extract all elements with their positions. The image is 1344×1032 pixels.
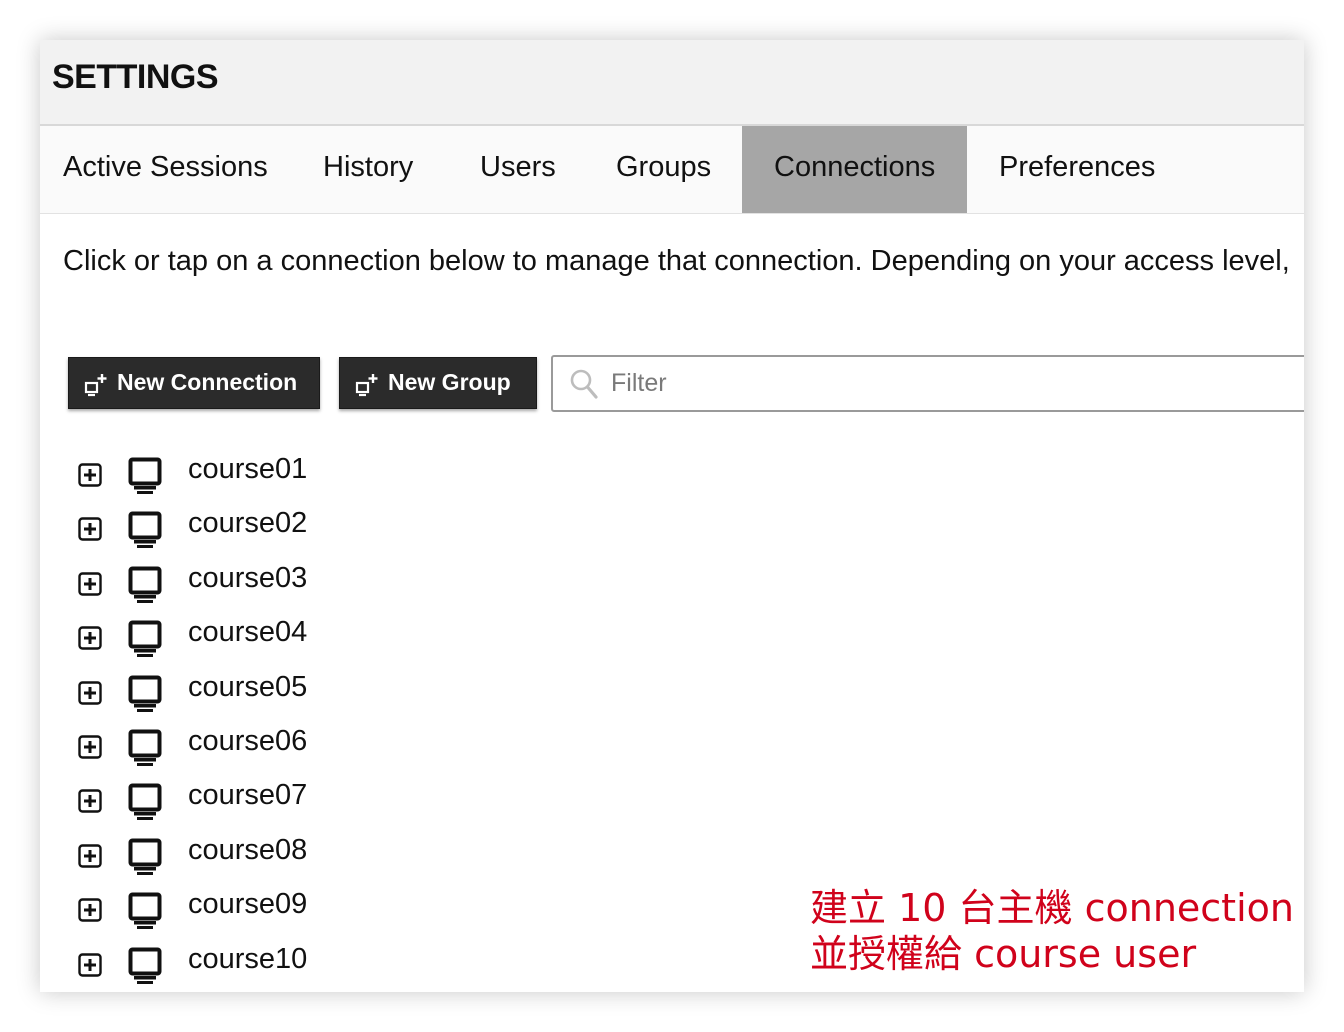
settings-header: SETTINGS (40, 40, 1304, 126)
expand-plus-icon[interactable] (78, 952, 102, 977)
expand-plus-icon[interactable] (78, 463, 102, 487)
monitor-icon (128, 620, 162, 658)
expand-plus-icon[interactable] (78, 789, 102, 814)
search-icon (570, 369, 598, 399)
connection-name: course04 (188, 616, 308, 649)
connection-row[interactable]: course04 (40, 608, 640, 662)
monitor-icon (128, 947, 162, 984)
annotation-line-2: 並授權給 course user (810, 932, 1197, 976)
annotation-text: 建立 10 台主機 connection 並授權給 course user (810, 885, 1294, 977)
page-title: SETTINGS (52, 58, 219, 96)
monitor-icon (128, 566, 162, 603)
tab-active-sessions[interactable]: Active Sessions (63, 126, 268, 213)
connection-row[interactable]: course02 (40, 499, 640, 553)
tab-groups[interactable]: Groups (616, 126, 711, 213)
expand-plus-icon[interactable] (78, 898, 102, 922)
monitor-icon (128, 511, 162, 549)
new-group-button[interactable]: New Group (339, 357, 537, 409)
tab-preferences[interactable]: Preferences (999, 126, 1155, 213)
instructions-text: Click or tap on a connection below to ma… (63, 245, 1290, 277)
expand-plus-icon[interactable] (78, 680, 102, 705)
monitor-icon (128, 729, 162, 766)
new-connection-button[interactable]: New Connection (68, 357, 320, 409)
monitor-icon (128, 783, 162, 821)
monitor-icon (128, 892, 162, 930)
connection-name: course10 (188, 942, 308, 975)
new-connection-label: New Connection (117, 369, 298, 395)
connection-name: course08 (188, 833, 308, 866)
expand-plus-icon[interactable] (78, 626, 102, 650)
new-group-label: New Group (388, 369, 511, 395)
connection-name: course03 (188, 561, 308, 594)
connection-row[interactable]: course03 (40, 554, 640, 608)
monitor-icon (128, 457, 162, 494)
expand-plus-icon[interactable] (78, 572, 102, 596)
connection-name: course06 (188, 725, 308, 757)
connection-row[interactable]: course06 (40, 717, 640, 771)
connection-name: course07 (188, 779, 308, 812)
add-group-icon (355, 374, 378, 397)
connection-row[interactable]: course10 (40, 935, 640, 989)
connection-row[interactable]: course08 (40, 826, 640, 880)
monitor-icon (128, 838, 162, 875)
tab-users[interactable]: Users (480, 126, 556, 213)
connection-row[interactable]: course07 (40, 771, 640, 825)
connection-name: course05 (188, 670, 308, 703)
filter-input[interactable] (611, 363, 1304, 403)
connection-name: course01 (188, 453, 308, 485)
expand-plus-icon[interactable] (78, 735, 102, 759)
filter-box (551, 355, 1304, 412)
tab-connections[interactable]: Connections (742, 126, 967, 213)
annotation-line-1: 建立 10 台主機 connection (810, 886, 1294, 930)
connection-row[interactable]: course09 (40, 880, 640, 934)
expand-plus-icon[interactable] (78, 844, 102, 868)
connection-row[interactable]: course05 (40, 663, 640, 717)
tab-history[interactable]: History (323, 126, 413, 213)
connection-name: course02 (188, 507, 308, 540)
connection-name: course09 (188, 888, 308, 921)
monitor-icon (128, 675, 162, 712)
add-connection-icon (84, 374, 107, 397)
settings-window: SETTINGS Active Sessions History Users G… (40, 40, 1304, 992)
connection-row[interactable]: course01 (40, 445, 640, 499)
expand-plus-icon[interactable] (78, 517, 102, 542)
settings-tabs: Active Sessions History Users Groups Con… (40, 126, 1304, 214)
